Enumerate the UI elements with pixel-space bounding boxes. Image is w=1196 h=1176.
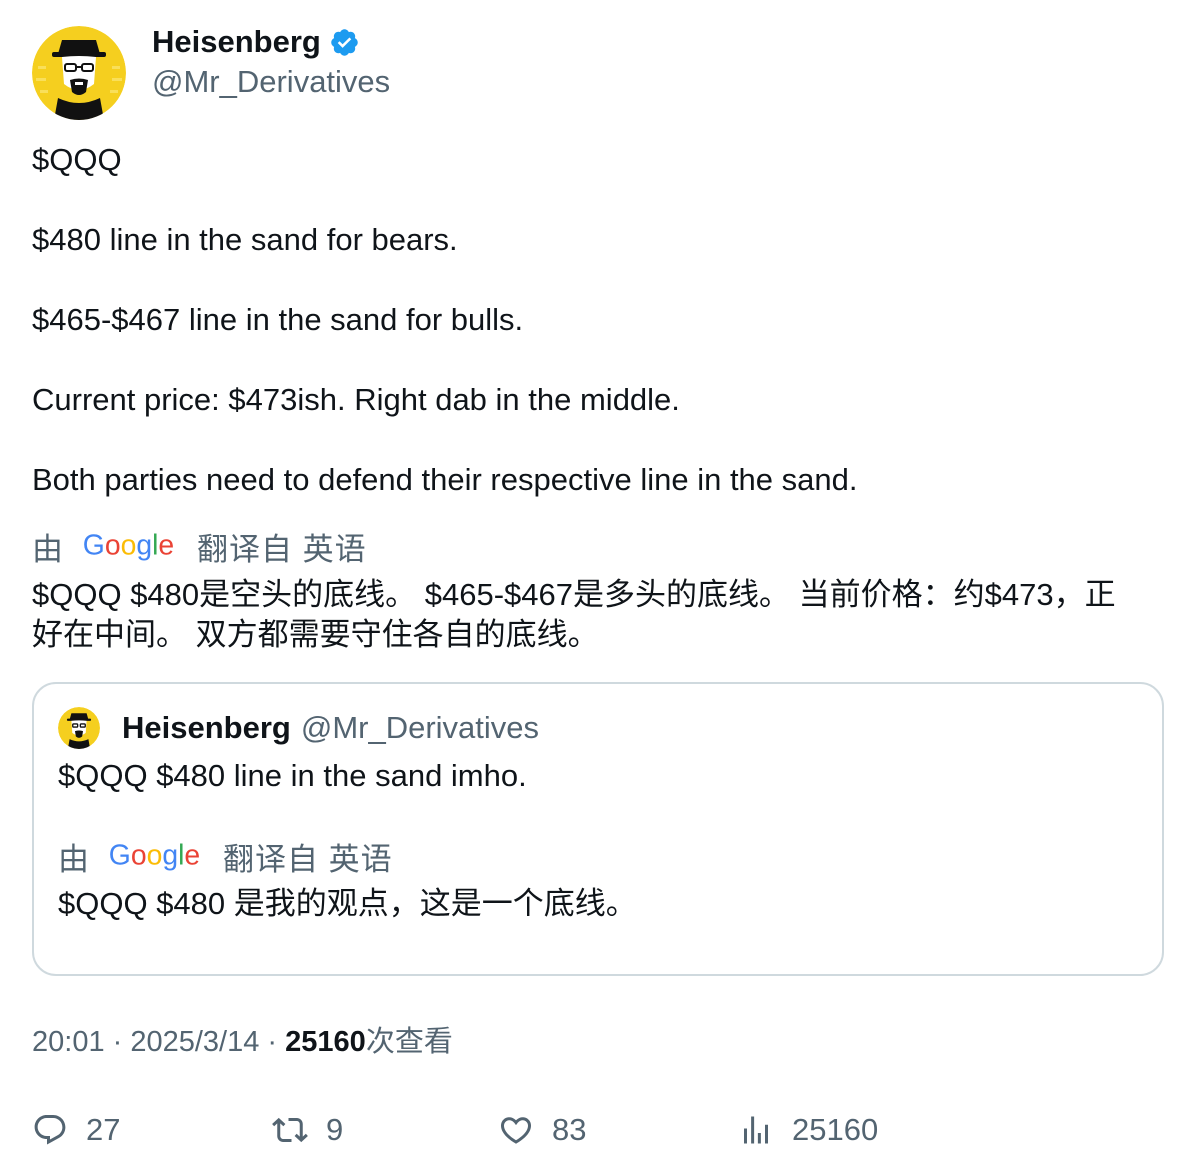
heisenberg-avatar-icon [58, 707, 100, 749]
tweet-line: Both parties need to defend their respec… [32, 462, 858, 497]
views-label: 次查看 [365, 1026, 453, 1058]
views-count: 25160 [285, 1026, 366, 1058]
translated-line: 好在中间。 双方都需要守住各自的底线。 [32, 617, 599, 652]
translate-from-label: 翻译自 英语 [197, 531, 367, 567]
tweet-line: $QQQ [32, 142, 122, 177]
translate-from-label: 翻译自 英语 [223, 841, 393, 877]
like-button[interactable]: 83 [498, 1108, 586, 1152]
tweet-time[interactable]: 20:01 [32, 1026, 105, 1058]
like-count: 83 [552, 1112, 587, 1147]
google-logo-icon: Google [109, 840, 200, 872]
views-button[interactable]: 25160 [738, 1108, 878, 1152]
translate-by-label: 由 [32, 531, 63, 567]
quote-avatar[interactable] [58, 707, 100, 749]
svg-text:Google: Google [109, 840, 200, 872]
author-display-name[interactable]: Heisenberg [152, 26, 321, 58]
reply-count: 27 [86, 1112, 121, 1147]
quote-display-name[interactable]: Heisenberg [122, 710, 291, 746]
translate-by-label: 由 [58, 841, 89, 877]
translation-attribution[interactable]: 由 Google 翻译自 英语 [32, 526, 367, 567]
quote-translation-attribution[interactable]: 由 Google 翻译自 英语 [58, 836, 393, 877]
avatar[interactable] [32, 26, 126, 120]
retweet-count: 9 [326, 1112, 344, 1147]
retweet-button[interactable]: 9 [272, 1108, 343, 1152]
views-action-count: 25160 [792, 1112, 879, 1147]
quote-text: $QQQ $480 line in the sand imho. [58, 758, 527, 793]
google-logo-icon: Google [83, 530, 174, 562]
tweet-line: $465-$467 line in the sand for bulls. [32, 302, 524, 337]
action-bar: 27 9 83 25160 [32, 1108, 1172, 1152]
verified-badge-icon[interactable] [329, 27, 360, 58]
quote-translated-text: $QQQ $480 是我的观点，这是一个底线。 [58, 886, 637, 921]
retweet-icon [272, 1117, 308, 1143]
tweet-line: $480 line in the sand for bears. [32, 222, 458, 257]
quote-handle[interactable]: @Mr_Derivatives [301, 710, 539, 746]
analytics-icon [744, 1116, 768, 1144]
tweet-header: Heisenberg @Mr_Derivatives [32, 26, 390, 122]
translated-line: $QQQ $480是空头的底线。 $465-$467是多头的底线。 当前价格：约… [32, 577, 1116, 612]
reply-button[interactable]: 27 [32, 1108, 120, 1152]
quoted-tweet-card[interactable]: Heisenberg @Mr_Derivatives $QQQ $480 lin… [32, 682, 1164, 976]
meta-separator: · [259, 1026, 286, 1058]
translated-text: $QQQ $480是空头的底线。 $465-$467是多头的底线。 当前价格：约… [32, 575, 1172, 655]
reply-icon [34, 1115, 66, 1145]
heart-icon [500, 1117, 532, 1144]
tweet-line: Current price: $473ish. Right dab in the… [32, 382, 680, 417]
svg-text:Google: Google [83, 530, 174, 562]
tweet-text: $QQQ $480 line in the sand for bears. $4… [32, 140, 1172, 500]
meta-separator: · [104, 1026, 131, 1058]
tweet-date[interactable]: 2025/3/14 [130, 1026, 259, 1058]
author-handle[interactable]: @Mr_Derivatives [152, 62, 390, 102]
tweet-meta: 20:01 · 2025/3/14 · 25160次查看 [32, 1022, 453, 1062]
heisenberg-avatar-icon [32, 26, 126, 120]
